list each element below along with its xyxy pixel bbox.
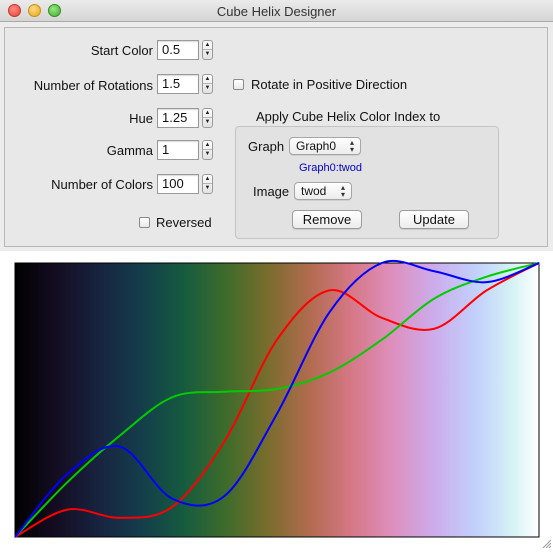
stepper-down-icon[interactable]: ▼ <box>203 150 212 159</box>
reversed-label: Reversed <box>156 215 212 230</box>
popup-chevrons-icon: ▴ ▾ <box>349 138 354 154</box>
image-label: Image <box>253 184 290 199</box>
graph-popup[interactable]: Graph0 ▴ ▾ <box>289 137 361 155</box>
positive-direction-label: Rotate in Positive Direction <box>251 77 408 92</box>
start-color-field[interactable]: 0.5 <box>157 40 199 60</box>
stepper-up-icon[interactable]: ▲ <box>203 41 212 50</box>
stepper-down-icon[interactable]: ▼ <box>203 50 212 59</box>
colormap-background <box>14 262 540 538</box>
stepper-down-icon[interactable]: ▼ <box>203 84 212 93</box>
stepper-down-icon[interactable]: ▼ <box>203 118 212 127</box>
update-button[interactable]: Update <box>399 210 469 229</box>
hue-stepper[interactable]: ▲ ▼ <box>202 108 213 128</box>
graph-area <box>0 251 553 550</box>
title-bar: Cube Helix Designer <box>0 0 553 22</box>
rotations-field[interactable]: 1.5 <box>157 74 199 94</box>
hue-label: Hue <box>129 111 153 126</box>
stepper-up-icon[interactable]: ▲ <box>203 141 212 150</box>
stepper-up-icon[interactable]: ▲ <box>203 75 212 84</box>
start-color-label: Start Color <box>90 43 153 58</box>
reversed-checkbox[interactable] <box>139 217 150 228</box>
popup-chevrons-icon: ▴ ▾ <box>340 183 345 199</box>
positive-direction-checkbox[interactable] <box>233 79 244 90</box>
graph-popup-value: Graph0 <box>296 139 337 153</box>
cube-helix-designer-window: Cube Helix Designer Start Color 0.5 ▲ ▼ … <box>0 0 553 550</box>
stepper-up-icon[interactable]: ▲ <box>203 175 212 184</box>
graph-target-link[interactable]: Graph0:twod <box>299 162 362 174</box>
apply-group-box: Graph Graph0 ▴ ▾ Graph0:twod Image twod ▴… <box>235 126 499 239</box>
gamma-label: Gamma <box>106 143 153 158</box>
hue-field[interactable]: 1.25 <box>157 108 199 128</box>
num-colors-field[interactable]: 100 <box>157 174 199 194</box>
stepper-up-icon[interactable]: ▲ <box>203 109 212 118</box>
cube-helix-chart <box>14 259 540 538</box>
remove-button[interactable]: Remove <box>292 210 362 229</box>
rotations-label: Number of Rotations <box>33 78 153 93</box>
apply-heading: Apply Cube Helix Color Index to <box>256 109 441 124</box>
resize-grip-icon[interactable] <box>541 538 551 548</box>
stepper-down-icon[interactable]: ▼ <box>203 184 212 193</box>
num-colors-label: Number of Colors <box>51 177 153 192</box>
start-color-stepper[interactable]: ▲ ▼ <box>202 40 213 60</box>
image-popup[interactable]: twod ▴ ▾ <box>294 182 352 200</box>
gamma-stepper[interactable]: ▲ ▼ <box>202 140 213 160</box>
graph-label: Graph <box>248 139 285 154</box>
gamma-field[interactable]: 1 <box>157 140 199 160</box>
controls-panel: Start Color 0.5 ▲ ▼ Number of Rotations … <box>4 27 548 247</box>
image-popup-value: twod <box>301 184 327 198</box>
window-title: Cube Helix Designer <box>216 4 337 19</box>
num-colors-stepper[interactable]: ▲ ▼ <box>202 174 213 194</box>
rotations-stepper[interactable]: ▲ ▼ <box>202 74 213 94</box>
